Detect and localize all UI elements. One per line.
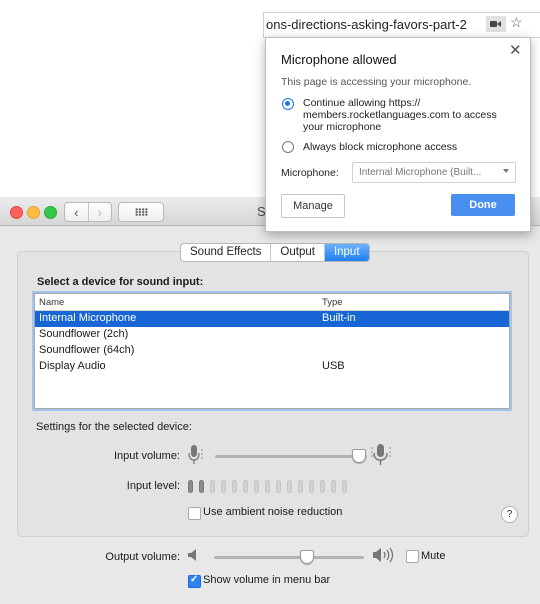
level-segment: [232, 480, 237, 493]
tab-output[interactable]: Output: [270, 244, 324, 261]
close-icon[interactable]: ✕: [509, 41, 522, 59]
select-device-label: Select a device for sound input:: [37, 276, 204, 288]
column-header-name[interactable]: Name: [39, 297, 64, 308]
help-button[interactable]: ?: [501, 506, 518, 523]
show-volume-menubar-label: Show volume in menu bar: [203, 574, 331, 586]
grid-icon: [134, 208, 148, 216]
level-segment: [320, 480, 325, 493]
mute-label: Mute: [421, 550, 446, 562]
tab-input[interactable]: Input: [323, 244, 369, 261]
level-segment: [221, 480, 226, 493]
ambient-noise-checkbox[interactable]: [188, 507, 201, 520]
device-name: Display Audio: [39, 360, 106, 372]
block-radio[interactable]: [282, 141, 294, 153]
settings-label: Settings for the selected device:: [36, 421, 192, 433]
output-volume-knob[interactable]: [299, 550, 314, 564]
allow-option-line: members.rocketlanguages.com to access: [303, 109, 497, 121]
popup-subtitle: This page is accessing your microphone.: [281, 76, 472, 88]
mute-checkbox[interactable]: [406, 550, 419, 563]
device-name: Soundflower (2ch): [39, 328, 129, 340]
microphone-permission-popup: Microphone allowed ✕ This page is access…: [265, 37, 531, 232]
input-volume-label: Input volume:: [113, 450, 180, 462]
table-row[interactable]: Soundflower (2ch): [35, 327, 509, 343]
zoom-window-button[interactable]: [44, 206, 57, 219]
level-segment: [265, 480, 270, 493]
device-table[interactable]: Name Type Internal Microphone Built-in S…: [34, 293, 510, 409]
microphone-low-icon: [188, 445, 203, 464]
table-row[interactable]: Display Audio USB: [35, 359, 509, 375]
level-segment: [243, 480, 248, 493]
allow-option-line: your microphone: [303, 121, 382, 133]
microphone-select[interactable]: Internal Microphone (Built...: [352, 162, 516, 183]
input-volume-slider[interactable]: [215, 455, 367, 458]
table-row[interactable]: Internal Microphone Built-in: [35, 311, 509, 327]
chevron-down-icon: [503, 169, 509, 173]
forward-button[interactable]: ›: [87, 203, 112, 221]
popup-title: Microphone allowed: [281, 52, 397, 67]
microphone-high-icon: [371, 444, 391, 465]
table-header: Name Type: [35, 294, 509, 311]
table-row[interactable]: Soundflower (64ch): [35, 343, 509, 359]
device-type: Built-in: [322, 312, 356, 324]
show-all-button[interactable]: [118, 202, 164, 222]
ambient-noise-label: Use ambient noise reduction: [203, 506, 343, 518]
manage-button[interactable]: Manage: [281, 194, 345, 218]
level-segment: [254, 480, 259, 493]
sound-preferences-window: ‹ › S Sound Effects Output Input Select …: [0, 197, 540, 604]
level-segment: [199, 480, 204, 493]
output-volume-label: Output volume:: [105, 551, 180, 563]
column-header-type[interactable]: Type: [322, 297, 343, 308]
level-segment: [309, 480, 314, 493]
level-segment: [276, 480, 281, 493]
navigation-buttons: ‹ ›: [64, 202, 112, 222]
allow-radio[interactable]: [282, 98, 294, 110]
block-option-label[interactable]: Always block microphone access: [303, 141, 457, 153]
output-volume-slider[interactable]: [214, 556, 364, 559]
speaker-low-icon: [188, 549, 196, 561]
tab-sound-effects[interactable]: Sound Effects: [181, 244, 270, 261]
star-icon[interactable]: ☆: [510, 14, 523, 31]
back-button[interactable]: ‹: [65, 203, 88, 221]
input-volume-knob[interactable]: [351, 449, 366, 463]
microphone-select-value: Internal Microphone (Built...: [359, 167, 482, 178]
level-segment: [188, 480, 193, 493]
url-text: ons-directions-asking-favors-part-2: [266, 17, 467, 32]
device-type: USB: [322, 360, 345, 372]
allow-option-label[interactable]: Continue allowing https:// members.rocke…: [303, 97, 497, 133]
level-segment: [342, 480, 347, 493]
level-segment: [298, 480, 303, 493]
tab-bar: Sound Effects Output Input: [180, 243, 370, 262]
speaker-high-icon: [373, 547, 394, 563]
microphone-label: Microphone:: [281, 167, 339, 179]
device-name: Soundflower (64ch): [39, 344, 135, 356]
done-button[interactable]: Done: [451, 194, 515, 216]
show-volume-menubar-checkbox[interactable]: [188, 574, 201, 588]
allow-option-line: Continue allowing https://: [303, 97, 421, 109]
input-level-meter: [188, 480, 347, 493]
device-name: Internal Microphone: [39, 312, 137, 324]
video-camera-icon[interactable]: [486, 16, 506, 32]
level-segment: [210, 480, 215, 493]
input-level-label: Input level:: [126, 480, 180, 492]
minimize-window-button[interactable]: [27, 206, 40, 219]
level-segment: [331, 480, 336, 493]
close-window-button[interactable]: [10, 206, 23, 219]
level-segment: [287, 480, 292, 493]
